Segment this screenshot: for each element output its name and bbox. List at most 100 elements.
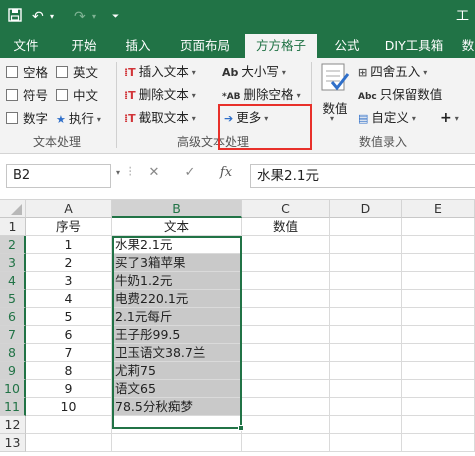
cell-numeric[interactable] <box>242 326 330 344</box>
tab-fangfang-gezi[interactable]: 方方格子 <box>245 34 317 58</box>
tab-file[interactable]: 文件 <box>0 34 52 58</box>
custom-button[interactable]: ▤ 自定义 ▾ <box>358 108 416 128</box>
row-header[interactable]: 13 <box>0 434 26 452</box>
undo-dropdown-icon[interactable]: ▾ <box>50 8 54 26</box>
checkbox-chinese[interactable]: 中文 <box>56 87 98 105</box>
cell-numeric[interactable] <box>242 344 330 362</box>
cell[interactable] <box>402 254 475 272</box>
cell[interactable] <box>402 362 475 380</box>
cell[interactable] <box>330 398 402 416</box>
cell-text[interactable]: 尤莉75 <box>112 362 242 380</box>
cell-numeric[interactable] <box>242 308 330 326</box>
cell-text[interactable]: 电费220.1元 <box>112 290 242 308</box>
name-box[interactable]: B2 <box>6 164 111 188</box>
cell-text[interactable]: 卫玉语文38.7兰 <box>112 344 242 362</box>
cell[interactable] <box>402 344 475 362</box>
cell-text[interactable]: 牛奶1.2元 <box>112 272 242 290</box>
column-header-a[interactable]: A <box>26 200 112 218</box>
undo-icon[interactable]: ↶ <box>32 8 44 26</box>
cell[interactable] <box>330 326 402 344</box>
checkbox-box[interactable] <box>6 66 18 78</box>
name-box-dropdown-icon[interactable]: ▾ <box>116 168 120 177</box>
row-header[interactable]: 10 <box>0 380 26 398</box>
tab-formulas[interactable]: 公式 <box>324 34 370 58</box>
cell-sequence[interactable]: 7 <box>26 344 112 362</box>
cancel-icon[interactable]: ✕ <box>146 165 162 180</box>
cell-numeric[interactable] <box>242 254 330 272</box>
tab-data[interactable]: 数 <box>458 34 475 58</box>
cell[interactable] <box>402 308 475 326</box>
header-cell-b[interactable]: 文本 <box>112 218 242 236</box>
keep-numeric-button[interactable]: Abc 只保留数值 <box>358 85 442 105</box>
confirm-icon[interactable]: ✓ <box>182 165 198 180</box>
cell[interactable] <box>330 344 402 362</box>
column-header-d[interactable]: D <box>330 200 402 218</box>
cell-text[interactable]: 语文65 <box>112 380 242 398</box>
cell-numeric[interactable] <box>242 398 330 416</box>
cell[interactable] <box>402 290 475 308</box>
extract-text-button[interactable]: ⁞T 截取文本 ▾ <box>124 108 196 128</box>
numeric-button[interactable]: 数值 ▾ <box>318 62 352 123</box>
row-header[interactable]: 9 <box>0 362 26 380</box>
cell[interactable] <box>402 236 475 254</box>
row-header[interactable]: 2 <box>0 236 26 254</box>
column-header-b[interactable]: B <box>112 200 242 218</box>
cell-text[interactable]: 2.1元每斤 <box>112 308 242 326</box>
cell[interactable] <box>402 218 475 236</box>
cell[interactable] <box>330 308 402 326</box>
cell-sequence[interactable]: 1 <box>26 236 112 254</box>
row-header[interactable]: 11 <box>0 398 26 416</box>
cell[interactable] <box>330 434 402 452</box>
row-header[interactable]: 4 <box>0 272 26 290</box>
cell-numeric[interactable] <box>242 362 330 380</box>
fill-handle[interactable] <box>238 425 244 431</box>
cell-numeric[interactable] <box>242 290 330 308</box>
cell[interactable] <box>242 416 330 434</box>
execute-button[interactable]: ★ 执行 ▾ <box>56 109 101 129</box>
round-button[interactable]: ⊞ 四舍五入 ▾ <box>358 62 427 82</box>
tab-home[interactable]: 开始 <box>54 34 114 58</box>
cell[interactable] <box>402 326 475 344</box>
cell-sequence[interactable]: 3 <box>26 272 112 290</box>
cell[interactable] <box>330 362 402 380</box>
cell-sequence[interactable]: 2 <box>26 254 112 272</box>
row-header[interactable]: 12 <box>0 416 26 434</box>
insert-function-icon[interactable]: fx <box>216 165 236 180</box>
cell-numeric[interactable] <box>242 236 330 254</box>
cell[interactable] <box>112 434 242 452</box>
cell-numeric[interactable] <box>242 380 330 398</box>
checkbox-box[interactable] <box>6 112 18 124</box>
save-icon[interactable] <box>8 8 22 27</box>
checkbox-box[interactable] <box>6 89 18 101</box>
checkbox-english[interactable]: 英文 <box>56 64 98 82</box>
cell[interactable] <box>242 434 330 452</box>
checkbox-symbol[interactable]: 符号 <box>6 87 48 105</box>
worksheet-grid[interactable]: A B C D E 1 2 3 4 5 6 7 8 9 10 11 12 13 … <box>0 200 475 456</box>
header-cell-a[interactable]: 序号 <box>26 218 112 236</box>
cell[interactable] <box>112 416 242 434</box>
customize-quick-access-icon[interactable]: ⏷ <box>112 8 119 26</box>
cell[interactable] <box>402 398 475 416</box>
cell-text[interactable]: 买了3箱苹果 <box>112 254 242 272</box>
select-all-corner[interactable] <box>0 200 26 218</box>
cell-sequence[interactable]: 8 <box>26 362 112 380</box>
delete-spaces-button[interactable]: *AB 删除空格 ▾ <box>222 85 301 105</box>
cell[interactable] <box>402 416 475 434</box>
cell-sequence[interactable]: 9 <box>26 380 112 398</box>
cell[interactable] <box>330 272 402 290</box>
checkbox-number[interactable]: 数字 <box>6 110 48 128</box>
cell-sequence[interactable]: 10 <box>26 398 112 416</box>
cell[interactable] <box>330 236 402 254</box>
row-header[interactable]: 3 <box>0 254 26 272</box>
checkbox-space[interactable]: 空格 <box>6 64 48 82</box>
cell[interactable] <box>330 416 402 434</box>
cell[interactable] <box>402 434 475 452</box>
row-header[interactable]: 8 <box>0 344 26 362</box>
cell-numeric[interactable] <box>242 272 330 290</box>
tab-insert[interactable]: 插入 <box>114 34 162 58</box>
checkbox-box[interactable] <box>56 89 68 101</box>
cell-text[interactable]: 78.5分秋痴梦 <box>112 398 242 416</box>
column-header-c[interactable]: C <box>242 200 330 218</box>
column-header-e[interactable]: E <box>402 200 475 218</box>
cell-sequence[interactable]: 4 <box>26 290 112 308</box>
